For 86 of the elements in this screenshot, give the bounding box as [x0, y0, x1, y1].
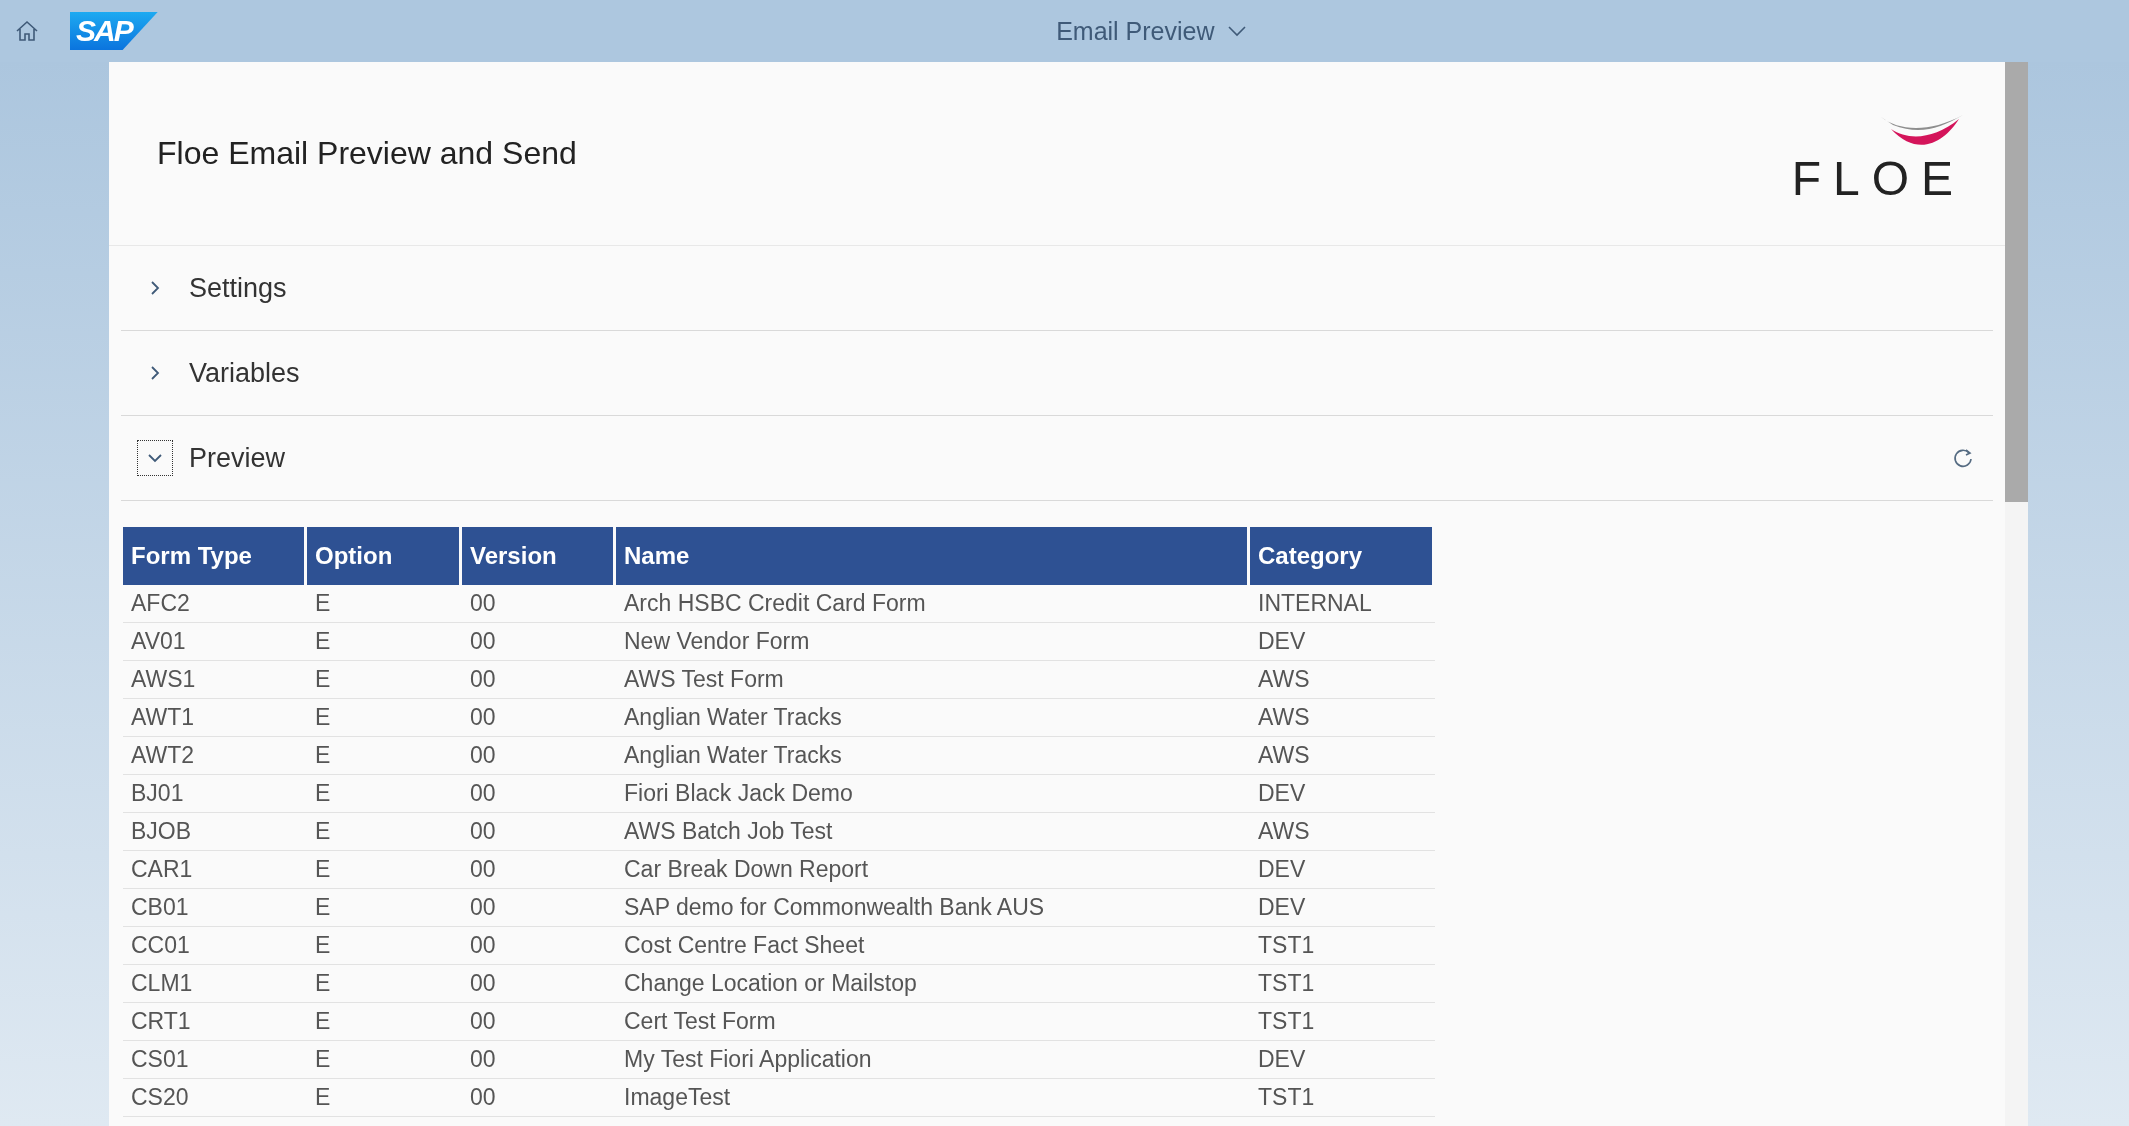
table-cell: 00	[462, 813, 616, 851]
table-cell: CS20	[123, 1079, 307, 1117]
table-cell: 00	[462, 661, 616, 699]
table-cell: E	[307, 661, 462, 699]
table-cell: CB01	[123, 889, 307, 927]
table-cell: INTERNAL	[1250, 585, 1435, 623]
table-cell: Arch HSBC Credit Card Form	[616, 585, 1250, 623]
table-cell: Car Break Down Report	[616, 851, 1250, 889]
table-cell: 00	[462, 585, 616, 623]
table-cell: DEV	[1250, 623, 1435, 661]
page-title: Floe Email Preview and Send	[157, 135, 577, 172]
table-cell: AWS	[1250, 737, 1435, 775]
table-cell: CLM1	[123, 965, 307, 1003]
table-cell: AV01	[123, 623, 307, 661]
table-cell: E	[307, 927, 462, 965]
table-cell: 00	[462, 775, 616, 813]
table-cell: Cert Test Form	[616, 1003, 1250, 1041]
table-cell: TST1	[1250, 927, 1435, 965]
table-cell: E	[307, 775, 462, 813]
table-cell: E	[307, 737, 462, 775]
table-cell: DEV	[1250, 1041, 1435, 1079]
table-cell: AWS Test Form	[616, 661, 1250, 699]
table-cell: AWS	[1250, 813, 1435, 851]
table-cell: AWS1	[123, 661, 307, 699]
column-header: Form Type	[123, 527, 307, 585]
table-cell: AFC2	[123, 585, 307, 623]
table-cell: TST1	[1250, 1003, 1435, 1041]
table-cell: My Test Fiori Application	[616, 1041, 1250, 1079]
table-cell: CRT1	[123, 1003, 307, 1041]
panel-title[interactable]: Variables	[189, 357, 300, 389]
table-cell: Cost Centre Fact Sheet	[616, 927, 1250, 965]
table-cell: SAP demo for Commonwealth Bank AUS	[616, 889, 1250, 927]
table-cell: E	[307, 889, 462, 927]
table-cell: AWT1	[123, 699, 307, 737]
column-header: Version	[462, 527, 616, 585]
table-cell: 00	[462, 1041, 616, 1079]
table-cell: DEV	[1250, 851, 1435, 889]
table-cell: Anglian Water Tracks	[616, 737, 1250, 775]
table-cell: E	[307, 623, 462, 661]
table-cell: 00	[462, 623, 616, 661]
table-cell: E	[307, 585, 462, 623]
table-cell: BJOB	[123, 813, 307, 851]
table-cell: 00	[462, 1079, 616, 1117]
panel-title[interactable]: Preview	[189, 442, 286, 474]
app-title-menu[interactable]: Email Preview	[1050, 15, 1253, 47]
table-cell: DEV	[1250, 775, 1435, 813]
table-cell: E	[307, 1003, 462, 1041]
table-cell: CC01	[123, 927, 307, 965]
table-cell: CS01	[123, 1041, 307, 1079]
table-cell: CAR1	[123, 851, 307, 889]
scrollbar-thumb[interactable]	[2005, 62, 2028, 502]
panel-title[interactable]: Settings	[189, 272, 287, 304]
table-cell: 00	[462, 737, 616, 775]
table-cell: DEV	[1250, 889, 1435, 927]
table-cell: TST1	[1250, 1079, 1435, 1117]
panel-toggle[interactable]	[137, 440, 173, 476]
table-cell: E	[307, 851, 462, 889]
table-cell: AWS Batch Job Test	[616, 813, 1250, 851]
table-cell: E	[307, 813, 462, 851]
table-cell: E	[307, 965, 462, 1003]
table-cell: E	[307, 1041, 462, 1079]
chevron-down-icon	[1226, 25, 1247, 37]
table-cell: Fiori Black Jack Demo	[616, 775, 1250, 813]
table-cell: AWS	[1250, 699, 1435, 737]
table-cell: 00	[462, 927, 616, 965]
table-cell: New Vendor Form	[616, 623, 1250, 661]
table-cell: E	[307, 1079, 462, 1117]
refresh-icon[interactable]	[1951, 446, 1975, 470]
table-cell: BJ01	[123, 775, 307, 813]
table-cell: 00	[462, 851, 616, 889]
table-cell: Change Location or Mailstop	[616, 965, 1250, 1003]
table-cell: 00	[462, 965, 616, 1003]
table-cell: E	[307, 699, 462, 737]
table-cell: AWS	[1250, 661, 1435, 699]
column-header: Option	[307, 527, 462, 585]
table-cell: 00	[462, 1003, 616, 1041]
table-cell: 00	[462, 699, 616, 737]
table-cell: ImageTest	[616, 1079, 1250, 1117]
home-icon[interactable]	[14, 19, 40, 43]
column-header: Category	[1250, 527, 1435, 585]
table-cell: Anglian Water Tracks	[616, 699, 1250, 737]
column-header: Name	[616, 527, 1250, 585]
table-cell: AWT2	[123, 737, 307, 775]
table-cell: TST1	[1250, 965, 1435, 1003]
brand-logo: FLOE	[1791, 151, 1965, 206]
table-cell: 00	[462, 889, 616, 927]
